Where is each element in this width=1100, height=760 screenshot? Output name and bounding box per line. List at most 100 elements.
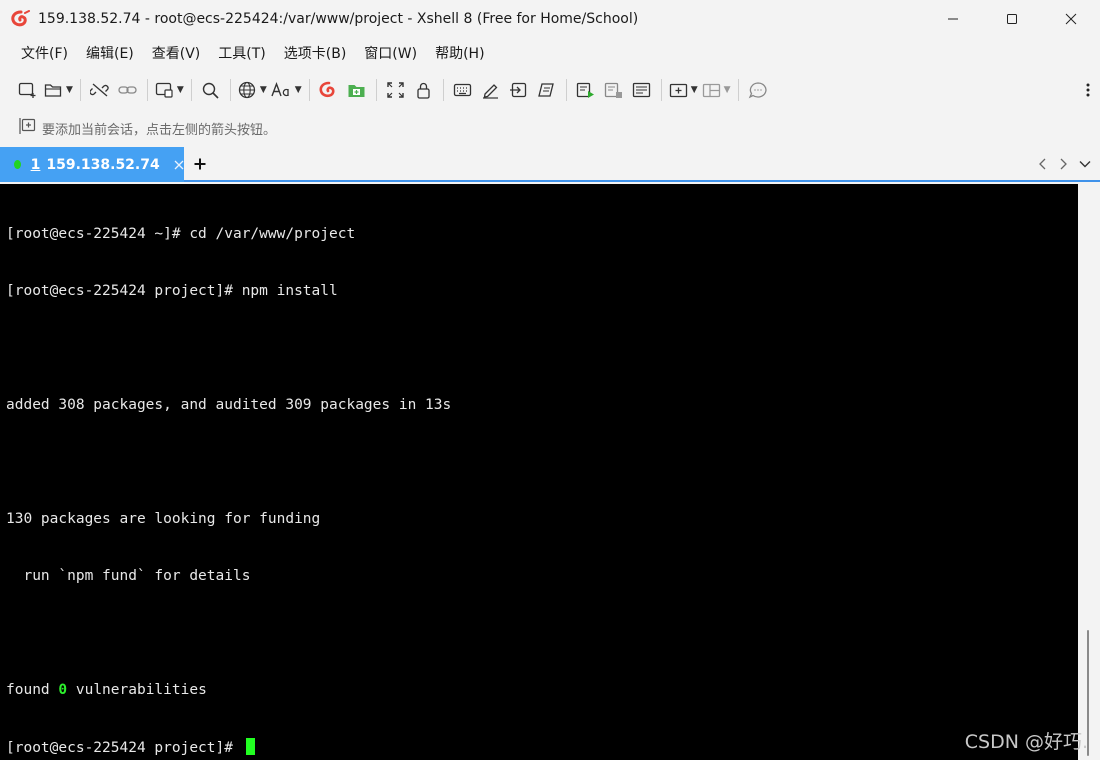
add-session-arrow-button[interactable] — [18, 117, 36, 139]
keyboard-button[interactable] — [449, 76, 477, 104]
xftp-button[interactable] — [343, 76, 371, 104]
transcript-button[interactable] — [628, 76, 656, 104]
toolbar-divider — [190, 79, 192, 101]
plus-icon — [194, 158, 206, 170]
tab-close-button[interactable] — [174, 158, 184, 172]
minimize-icon — [947, 18, 958, 20]
chevron-down-icon: ▼ — [259, 85, 267, 95]
add-tab-icon — [669, 83, 687, 98]
chat-bubble-icon — [748, 82, 767, 99]
close-icon — [174, 160, 184, 169]
open-session-button[interactable]: ▼ — [42, 76, 75, 104]
window-controls — [923, 0, 1100, 38]
chat-button[interactable] — [744, 76, 772, 104]
more-vertical-icon — [1086, 83, 1090, 97]
login-arrow-icon — [509, 82, 526, 98]
menu-tools[interactable]: 工具(T) — [210, 40, 273, 68]
terminal-scrollbar[interactable] — [1078, 184, 1100, 760]
tab-session-1[interactable]: 1 159.138.52.74 — [0, 147, 184, 182]
layout-button[interactable]: ▼ — [700, 76, 733, 104]
xshell-button[interactable] — [315, 76, 343, 104]
toolbar-divider — [229, 79, 231, 101]
document-icon — [632, 82, 650, 98]
terminal-cursor — [245, 738, 255, 755]
xftp-folder-icon — [348, 85, 365, 97]
menu-window[interactable]: 窗口(W) — [356, 40, 425, 68]
font-button[interactable]: ▼ — [269, 76, 304, 104]
chevron-down-icon[interactable] — [1078, 157, 1092, 171]
tab-bar: 1 159.138.52.74 — [0, 147, 1100, 182]
new-tab-group-button[interactable]: ▼ — [667, 76, 700, 104]
terminal-line: [root@ecs-225424 ~]# cd /var/www/project — [6, 226, 356, 242]
shell-prompt: [root@ecs-225424 project]# — [6, 740, 242, 756]
title-bar: 159.138.52.74 - root@ecs-225424:/var/www… — [0, 0, 1100, 38]
menu-file[interactable]: 文件(F) — [13, 40, 76, 68]
search-icon — [202, 82, 219, 99]
fullscreen-button[interactable] — [382, 76, 410, 104]
session-layout-button[interactable]: ▼ — [153, 76, 186, 104]
toolbar-divider — [308, 79, 310, 101]
toolbar-divider — [146, 79, 148, 101]
toolbar-divider — [442, 79, 444, 101]
toolbar-divider — [79, 79, 81, 101]
encoding-button[interactable]: ▼ — [236, 76, 269, 104]
watermark: CSDN @好巧. — [964, 731, 1088, 753]
terminal-line: added 308 packages, and audited 309 pack… — [6, 397, 452, 413]
start-log-button[interactable] — [572, 76, 600, 104]
chevron-down-icon: ▼ — [66, 85, 73, 95]
new-session-button[interactable] — [14, 76, 42, 104]
terminal-line-vulnerabilities: found 0 vulnerabilities — [6, 682, 207, 698]
minimize-button[interactable] — [923, 0, 982, 38]
reconnect-button[interactable] — [114, 76, 142, 104]
add-session-icon — [19, 118, 36, 134]
menu-edit[interactable]: 编辑(E) — [78, 40, 142, 68]
new-tab-button[interactable] — [190, 151, 210, 177]
toolbar-more-button[interactable] — [1080, 76, 1096, 104]
menu-view[interactable]: 查看(V) — [144, 40, 209, 68]
pen-icon — [482, 84, 498, 99]
tab-navigation — [1038, 151, 1092, 177]
xshell-logo-icon — [10, 8, 32, 30]
globe-icon — [238, 81, 255, 99]
log-stop-icon — [604, 82, 622, 98]
toolbar: ▼ ▼ ▼ ▼ ▼ ▼ — [0, 72, 1100, 108]
font-icon — [271, 82, 289, 97]
xshell-logo-icon — [319, 81, 335, 98]
terminal-output[interactable]: [root@ecs-225424 ~]# cd /var/www/project… — [0, 184, 1078, 760]
address-bar: 要添加当前会话，点击左侧的箭头按钮。 — [0, 112, 1100, 144]
menu-help[interactable]: 帮助(H) — [427, 40, 492, 68]
send-key-button[interactable] — [505, 76, 533, 104]
disconnect-button[interactable] — [86, 76, 114, 104]
stop-log-button[interactable] — [600, 76, 628, 104]
menu-bar: 文件(F) 编辑(E) 查看(V) 工具(T) 选项卡(B) 窗口(W) 帮助(… — [0, 38, 1100, 70]
terminal-line: [root@ecs-225424 project]# npm install — [6, 283, 338, 299]
chevron-down-icon: ▼ — [294, 85, 302, 95]
chevron-down-icon: ▼ — [176, 85, 184, 95]
terminal-line: run `npm fund` for details — [6, 568, 251, 584]
connection-status-icon — [14, 160, 21, 169]
maximize-icon — [1006, 14, 1017, 24]
terminal-line: 130 packages are looking for funding — [6, 511, 321, 527]
script-button[interactable] — [533, 76, 561, 104]
folder-open-icon — [44, 84, 62, 97]
chevron-down-icon: ▼ — [690, 85, 698, 95]
chevron-down-icon: ▼ — [723, 85, 731, 95]
find-button[interactable] — [197, 76, 225, 104]
close-button[interactable] — [1041, 0, 1100, 38]
maximize-button[interactable] — [982, 0, 1041, 38]
chevron-left-icon[interactable] — [1038, 157, 1048, 171]
fullscreen-icon — [386, 82, 404, 98]
tab-label: 1 159.138.52.74 — [30, 156, 160, 173]
window-title: 159.138.52.74 - root@ecs-225424:/var/www… — [38, 11, 639, 27]
lock-button[interactable] — [410, 76, 438, 104]
chevron-right-icon[interactable] — [1058, 157, 1068, 171]
close-icon — [1065, 13, 1076, 25]
menu-tabs[interactable]: 选项卡(B) — [276, 40, 355, 68]
compose-button[interactable] — [477, 76, 505, 104]
disconnect-link-icon — [89, 83, 109, 97]
log-start-icon — [576, 82, 594, 98]
terminal-prompt-line: [root@ecs-225424 project]# — [6, 738, 1078, 757]
